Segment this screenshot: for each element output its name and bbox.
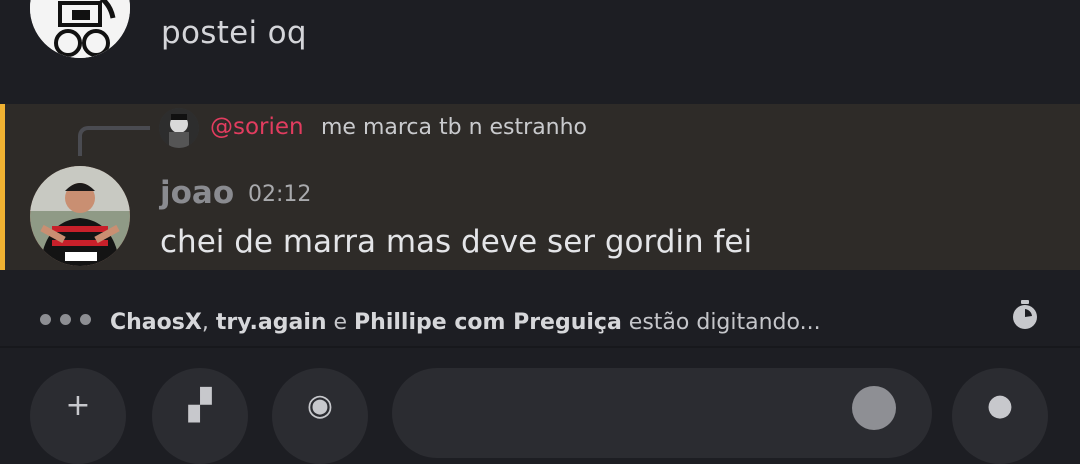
timer-icon[interactable] [1010,299,1040,331]
previous-message-text: postei oq [161,15,307,51]
apps-icon: ◉ [306,388,334,423]
reply-connector-line [78,126,150,156]
reply-author-avatar[interactable] [159,108,199,148]
gift-icon: ▞ [188,388,212,423]
typing-dots-icon [40,310,100,329]
typing-user: ChaosX [110,310,202,335]
typing-separator: , [201,310,216,335]
typing-separator: e [326,310,355,335]
microphone-icon: ● [986,388,1014,423]
mention-accent-bar [0,104,5,270]
previous-message-avatar[interactable] [30,0,130,58]
typing-user: try.again [215,310,327,335]
typing-user: Phillipe com Preguiça [354,310,622,335]
add-attachment-button[interactable]: + [30,368,126,464]
plus-icon: + [65,388,91,423]
author-avatar[interactable] [30,166,130,266]
typing-suffix: estão digitando... [621,310,821,335]
apps-button[interactable]: ◉ [272,368,368,464]
message-input[interactable] [392,368,932,458]
message-author-name[interactable]: joao [160,175,234,211]
cartoon-avatar-image [30,0,130,58]
soccer-player-avatar-image [30,166,130,266]
message-timestamp: 02:12 [248,182,312,207]
emoji-icon[interactable] [852,386,896,430]
message-text: chei de marra mas deve ser gordin fei [160,224,753,260]
microphone-button[interactable]: ● [952,368,1048,464]
composer-divider [0,346,1080,348]
gift-button[interactable]: ▞ [152,368,248,464]
dark-avatar-image [159,108,199,148]
typing-indicator-text: ChaosX, try.again e Phillipe com Preguiç… [110,310,821,335]
reply-mention-link[interactable]: @sorien [210,114,304,140]
reply-preview-text[interactable]: me marca tb n estranho [321,115,587,140]
